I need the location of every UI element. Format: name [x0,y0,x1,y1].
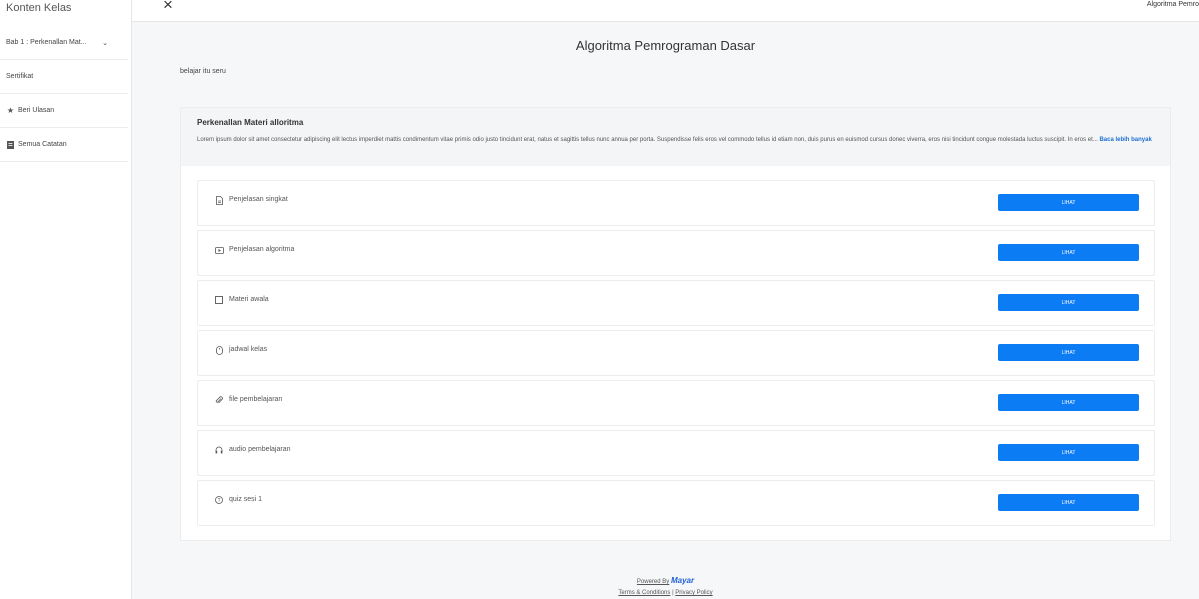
view-button[interactable]: LIHAT [998,344,1139,361]
page-title: Algoritma Pemrograman Dasar [575,38,756,53]
lesson-row[interactable]: audio pembelajaran LIHAT [197,430,1155,476]
view-button[interactable]: LIHAT [998,244,1139,261]
page-subtitle: belajar itu seru [180,68,226,75]
sidebar-item-label: Bab 1 : Perkenallan Mat... [6,39,87,46]
description-body: Lorem ipsum dolor sit amet consectetur a… [197,137,1098,143]
lesson-label: audio pembelajaran [229,446,291,453]
sidebar-item-beri-ulasan[interactable]: ★ Beri Ulasan [0,94,128,128]
lesson-row[interactable]: file pembelajaran LIHAT [197,380,1155,426]
checkbox-icon [214,295,224,305]
sidebar-item-label: Semua Catatan [18,141,67,148]
privacy-link[interactable]: Privacy Policy [675,590,712,596]
top-bar: × Algoritma Pemro [132,0,1199,22]
sidebar-item-label: Sertifikat [6,73,34,80]
sidebar-item-sertifikat[interactable]: Sertifikat [0,60,128,94]
lesson-row[interactable]: jadwal kelas LIHAT [197,330,1155,376]
mouse-icon [214,345,224,355]
sidebar: Konten Kelas Bab 1 : Perkenallan Mat... … [0,0,132,599]
lesson-row[interactable]: Penjelasan algoritma LIHAT [197,230,1155,276]
read-more-link[interactable]: Baca lebih banyak [1099,137,1151,143]
sidebar-item-bab-1[interactable]: Bab 1 : Perkenallan Mat... ⌄ [0,26,128,60]
footer-separator: | [672,590,674,596]
breadcrumb: Algoritma Pemro [1146,1,1199,8]
sidebar-item-label: Beri Ulasan [18,107,55,114]
content-card: Perkenallan Materi alloritma Lorem ipsum… [180,107,1171,541]
view-button[interactable]: LIHAT [998,494,1139,511]
sidebar-item-semua-catatan[interactable]: Semua Catatan [0,128,128,162]
lesson-label: Penjelasan singkat [229,196,288,203]
description-heading: Perkenallan Materi alloritma [197,118,304,127]
terms-link[interactable]: Terms & Conditions [618,590,670,596]
lesson-row[interactable]: ? quiz sesi 1 LIHAT [197,480,1155,526]
headphones-icon [214,445,224,455]
svg-text:?: ? [218,498,221,504]
powered-by-label: Powered By [636,579,670,585]
view-button[interactable]: LIHAT [998,294,1139,311]
footer: Powered By Mayar Terms & Conditions | Pr… [132,575,1199,599]
lesson-label: jadwal kelas [229,346,268,353]
lesson-label: Materi awala [229,296,269,303]
lesson-label: file pembelajaran [229,396,283,403]
footer-links: Terms & Conditions | Privacy Policy [132,588,1199,599]
chevron-down-icon: ⌄ [102,39,108,47]
lesson-label: quiz sesi 1 [229,496,263,503]
description-panel: Perkenallan Materi alloritma Lorem ipsum… [181,108,1170,166]
lesson-row[interactable]: Materi awala LIHAT [197,280,1155,326]
document-icon [214,195,224,205]
video-icon [214,245,224,255]
sidebar-title: Konten Kelas [6,2,72,14]
star-icon: ★ [6,106,15,115]
view-button[interactable]: LIHAT [998,394,1139,411]
powered-by: Powered By Mayar [132,575,1199,588]
view-button[interactable]: LIHAT [998,194,1139,211]
close-icon[interactable]: × [163,0,173,13]
note-icon [6,140,15,149]
paperclip-icon [214,395,224,405]
description-text: Lorem ipsum dolor sit amet consectetur a… [197,135,1154,145]
view-button[interactable]: LIHAT [998,444,1139,461]
question-icon: ? [214,495,224,505]
lesson-row[interactable]: Penjelasan singkat LIHAT [197,180,1155,226]
lesson-label: Penjelasan algoritma [229,246,295,253]
brand-logo[interactable]: Mayar [671,576,694,585]
